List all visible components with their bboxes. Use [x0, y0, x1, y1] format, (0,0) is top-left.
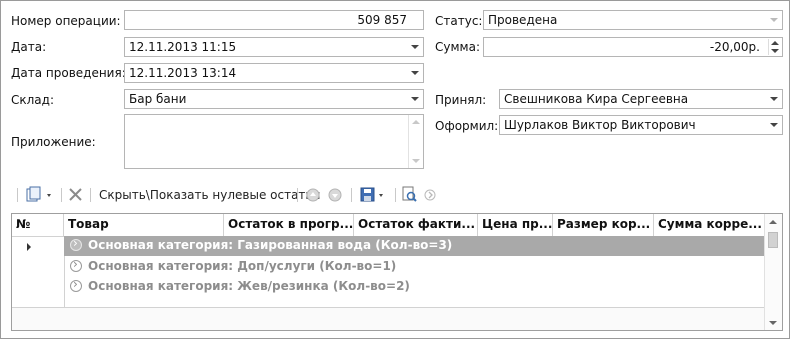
column-header-correction-sum[interactable]: Сумма корре...	[654, 214, 764, 236]
new-document-icon	[26, 186, 51, 202]
accepted-field[interactable]: Свешникова Кира Сергеевна	[499, 89, 783, 109]
grid-toolbar: Скрыть\Показать нулевые остатки	[15, 185, 437, 205]
posting-date-label: Дата проведения:	[11, 66, 126, 80]
toolbar-separator	[61, 188, 62, 202]
group-row-label: Основная категория: Газированная вода (К…	[88, 238, 453, 252]
search-icon	[402, 186, 417, 202]
grid-header: № Товар Остаток в прогр... Остаток факти…	[12, 214, 764, 237]
sum-field[interactable]: -20,00р.	[483, 37, 783, 57]
group-row-label: Основная категория: Жев/резинка (Кол-во=…	[88, 279, 410, 293]
group-row-label: Основная категория: Доп/услуги (Кол-во=1…	[88, 259, 397, 273]
grid-footer	[12, 307, 764, 330]
row-indicator-column	[12, 236, 65, 308]
sum-label: Сумма:	[435, 40, 480, 54]
search-button[interactable]	[401, 186, 419, 204]
posting-date-field[interactable]: 12.11.2013 13:14	[124, 63, 424, 83]
accepted-label: Принял:	[435, 93, 487, 107]
warehouse-value: Бар бани	[129, 92, 187, 106]
toolbar-separator	[17, 188, 18, 202]
attachment-label: Приложение:	[11, 135, 96, 149]
delete-button[interactable]	[67, 186, 85, 204]
group-row[interactable]: Основная категория: Доп/услуги (Кол-во=1…	[64, 257, 764, 277]
status-label: Статус:	[435, 14, 483, 28]
chevron-down-icon[interactable]	[408, 65, 422, 81]
op-number-field[interactable]: 509 857	[124, 10, 424, 30]
new-button[interactable]	[25, 186, 55, 204]
save-button[interactable]	[359, 186, 389, 204]
scroll-down-icon[interactable]	[769, 321, 777, 325]
date-value: 12.11.2013 11:15	[129, 40, 237, 54]
op-number-value: 509 857	[357, 13, 407, 27]
column-header-number[interactable]: №	[12, 214, 64, 236]
save-icon	[360, 187, 383, 202]
group-row[interactable]: Основная категория: Газированная вода (К…	[64, 236, 764, 256]
current-row-arrow-icon	[27, 243, 31, 251]
toolbar-separator	[395, 188, 396, 202]
issued-label: Оформил:	[435, 119, 499, 133]
sum-value: -20,00р.	[709, 40, 760, 54]
go-button[interactable]	[423, 186, 437, 204]
column-header-correction-size[interactable]: Размер кор...	[553, 214, 654, 236]
column-header-product[interactable]: Товар	[64, 214, 224, 236]
chevron-down-icon[interactable]	[767, 117, 781, 133]
move-down-icon	[328, 188, 342, 202]
chevron-down-icon[interactable]	[408, 91, 422, 107]
toolbar-separator	[351, 188, 352, 202]
items-grid: № Товар Остаток в прогр... Остаток факти…	[11, 213, 783, 331]
column-header-program-balance[interactable]: Остаток в прогр...	[224, 214, 354, 236]
scroll-thumb[interactable]	[768, 232, 778, 248]
posting-date-value: 12.11.2013 13:14	[129, 66, 237, 80]
chevron-down-icon[interactable]	[767, 12, 781, 28]
issued-value: Шурлаков Виктор Викторович	[504, 118, 696, 132]
chevron-down-icon[interactable]	[767, 91, 781, 107]
move-down-button[interactable]	[327, 186, 345, 204]
go-icon	[424, 189, 436, 201]
toggle-zero-balance-button[interactable]: Скрыть\Показать нулевые остатки	[99, 188, 320, 202]
document-form: Номер операции: Дата: Дата проведения: С…	[0, 0, 790, 339]
attachment-memo[interactable]	[124, 114, 424, 169]
delete-icon	[69, 188, 82, 201]
scroll-up-icon[interactable]	[769, 220, 777, 224]
column-header-actual-balance[interactable]: Остаток факти...	[354, 214, 478, 236]
toolbar-separator	[90, 188, 91, 202]
spin-buttons[interactable]	[768, 39, 781, 55]
warehouse-field[interactable]: Бар бани	[124, 89, 424, 109]
expand-group-icon[interactable]	[70, 277, 82, 292]
move-up-button[interactable]	[305, 186, 323, 204]
warehouse-label: Склад:	[11, 93, 54, 107]
date-field[interactable]: 12.11.2013 11:15	[124, 37, 424, 57]
issued-field[interactable]: Шурлаков Виктор Викторович	[499, 115, 783, 135]
status-value: Проведена	[488, 13, 558, 27]
date-label: Дата:	[11, 40, 47, 54]
accepted-value: Свешникова Кира Сергеевна	[504, 92, 689, 106]
op-number-label: Номер операции:	[11, 14, 121, 28]
memo-scrollbar[interactable]	[408, 115, 423, 168]
toolbar-separator	[297, 188, 298, 202]
expand-group-icon[interactable]	[70, 236, 82, 251]
expand-group-icon[interactable]	[70, 257, 82, 272]
chevron-down-icon[interactable]	[408, 39, 422, 55]
group-row[interactable]: Основная категория: Жев/резинка (Кол-во=…	[64, 277, 764, 297]
column-header-price[interactable]: Цена пр...	[478, 214, 553, 236]
move-up-icon	[306, 188, 320, 202]
status-field[interactable]: Проведена	[483, 10, 783, 30]
grid-vertical-scrollbar[interactable]	[764, 214, 782, 330]
